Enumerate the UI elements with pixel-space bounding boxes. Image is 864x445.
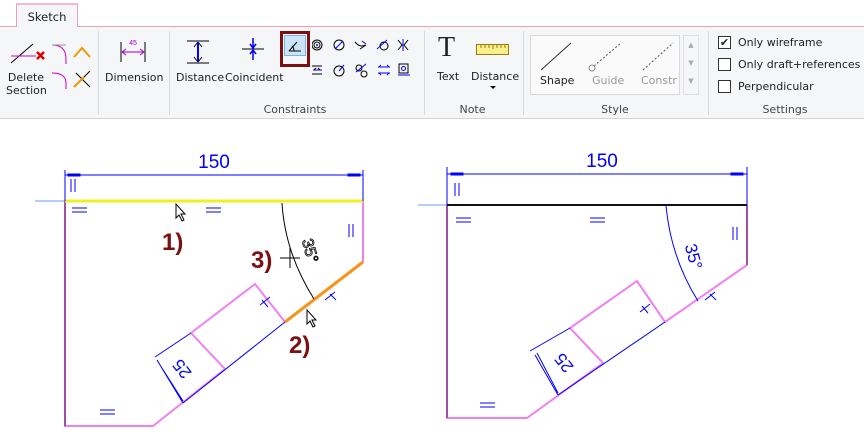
point-on-circle-icon <box>398 63 410 76</box>
note-group-label: Note <box>459 103 486 116</box>
symmetric-icon <box>397 39 409 51</box>
dropdown-arrow-icon[interactable] <box>490 86 496 89</box>
concentric-icon <box>312 39 323 51</box>
dimension-150-label: 150 <box>586 151 618 172</box>
fillet2-icon <box>51 72 67 89</box>
guide-line-icon <box>593 42 622 67</box>
angle-preview-label: 35° <box>298 237 321 265</box>
coincident-button[interactable]: Coincident <box>225 71 284 84</box>
label: Section <box>6 84 47 97</box>
shape-line-icon <box>540 42 572 71</box>
coincident-icon[interactable] <box>241 37 265 63</box>
perpendicular-label: Perpendicular <box>738 80 814 93</box>
style-shape[interactable]: Shape <box>540 74 574 87</box>
style-constr[interactable]: Constr <box>641 74 677 87</box>
chamfer-icon <box>73 46 91 58</box>
dimension-25: 25 <box>529 327 578 396</box>
label: Delete <box>7 71 45 84</box>
step-1-label: 1) <box>162 229 183 256</box>
dimension-150 <box>64 170 364 201</box>
cursor-cross <box>280 248 300 268</box>
style-line-icons <box>540 42 674 72</box>
step-2-label: 2) <box>289 332 310 359</box>
constr-line-icon <box>642 42 674 71</box>
ruler-icon[interactable] <box>476 44 510 56</box>
right-sketch: 150 25 35° <box>418 151 748 419</box>
note-distance-button[interactable]: Distance <box>471 70 519 83</box>
dimension-value: 45 <box>129 40 137 47</box>
constraint-icons[interactable] <box>312 39 412 89</box>
delete-section-icon <box>10 43 45 64</box>
distance-constraint-button[interactable]: Distance <box>176 71 224 84</box>
sketch-canvas[interactable]: 150 25 35° 1) 2) 3) 150 25 35° <box>0 120 864 445</box>
style-gallery: Shape Guide Constr <box>530 35 680 95</box>
angle-dimension-label: 35° <box>681 242 706 272</box>
horizontal-distance-icon <box>378 64 390 76</box>
text-button[interactable]: Text <box>437 70 459 83</box>
only-wireframe-label: Only wireframe <box>738 36 823 49</box>
dimension-button[interactable]: Dimension <box>105 71 163 84</box>
dimension-25-label: 25 <box>169 355 196 382</box>
shape-outline <box>64 201 364 427</box>
tab-bar: Sketch <box>0 0 864 28</box>
dimension-icon[interactable]: 45 <box>118 37 148 63</box>
text-icon[interactable]: T <box>438 34 455 62</box>
distance-constraint-icon[interactable] <box>186 39 210 65</box>
perpendicular-checkbox[interactable] <box>718 80 731 93</box>
fillet-icon <box>51 44 67 64</box>
dimension-150 <box>446 167 748 205</box>
delete-section-button[interactable]: Delete Section <box>6 71 47 97</box>
settings-group-label: Settings <box>762 103 808 116</box>
dimension-25-label: 25 <box>551 349 578 376</box>
only-wireframe-checkbox[interactable]: ✔ <box>718 36 731 49</box>
only-draft-references-label: Only draft+references <box>738 58 861 71</box>
parallel-icon <box>312 65 322 75</box>
constraints-group-label: Constraints <box>263 103 327 116</box>
tangent-icon <box>354 40 367 50</box>
shape-outline <box>446 205 748 419</box>
angle-constraint-button[interactable] <box>284 35 306 56</box>
angle-icon <box>288 41 301 52</box>
radius-icon <box>333 64 345 77</box>
equal-circles-icon <box>355 63 368 78</box>
only-draft-references-checkbox[interactable] <box>718 58 731 71</box>
style-guide[interactable]: Guide <box>592 74 624 87</box>
ribbon: Delete Section 45 Dimension Distance Coin… <box>0 27 864 119</box>
step-3-label: 3) <box>251 247 272 274</box>
cursor-arrow-icon <box>306 308 318 328</box>
tangent-circle-icon <box>376 39 389 51</box>
cursor-arrow-icon <box>175 202 187 222</box>
hovered-edge <box>284 260 364 324</box>
diameter-icon <box>333 39 345 51</box>
style-group-label: Style <box>601 103 629 116</box>
style-gallery-scroll[interactable]: ▲ ▼ ▼ <box>683 35 699 95</box>
dimension-150-label: 150 <box>198 152 230 173</box>
tab-sketch[interactable]: Sketch <box>16 3 78 28</box>
left-sketch: 150 25 35° 1) 2) 3) <box>35 152 364 427</box>
dimension-25: 25 <box>154 332 196 404</box>
